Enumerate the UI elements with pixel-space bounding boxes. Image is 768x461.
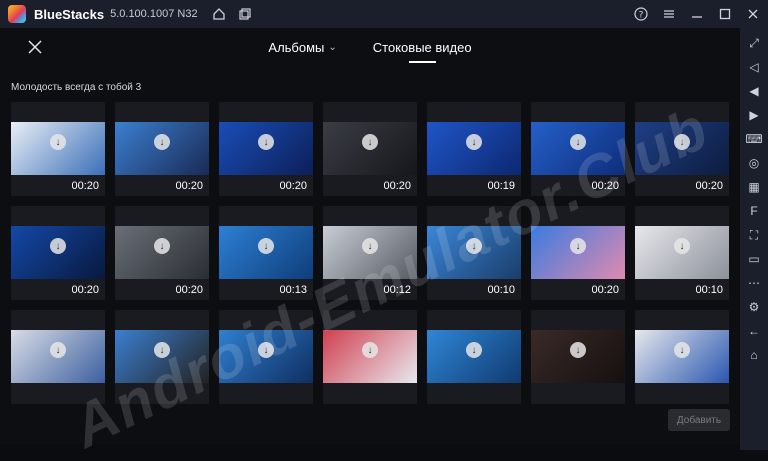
video-tile[interactable]: ↓ 00:20 xyxy=(11,102,105,196)
video-tile[interactable]: ↓ 00:10 xyxy=(427,206,521,300)
expand-icon[interactable]: ⤢ xyxy=(745,34,763,52)
video-duration: 00:20 xyxy=(591,180,619,192)
video-grid: ↓ 00:20 ↓ 00:20 ↓ 00:20 ↓ 00:20 ↓ 00:19 ↓ 00:20 ↓ 00:… xyxy=(11,102,731,404)
back-icon[interactable]: ← xyxy=(745,322,763,340)
video-duration: 00:20 xyxy=(591,284,619,296)
download-icon[interactable]: ↓ xyxy=(258,342,274,358)
download-icon[interactable]: ↓ xyxy=(154,342,170,358)
download-icon[interactable]: ↓ xyxy=(50,134,66,150)
section-title: Молодость всегда с тобой 3 xyxy=(11,82,142,93)
download-icon[interactable]: ↓ xyxy=(466,134,482,150)
download-icon[interactable]: ↓ xyxy=(466,342,482,358)
video-tile[interactable]: ↓ 00:20 xyxy=(531,102,625,196)
folder-icon[interactable]: ▭ xyxy=(745,250,763,268)
download-icon[interactable]: ↓ xyxy=(674,134,690,150)
video-tile[interactable]: ↓ 00:20 xyxy=(531,206,625,300)
video-tile[interactable]: ↓ 00:20 xyxy=(219,102,313,196)
video-tile[interactable]: ↓ xyxy=(427,310,521,404)
download-icon[interactable]: ↓ xyxy=(466,238,482,254)
volume-up-icon[interactable]: ◀ xyxy=(745,82,763,100)
video-duration: 00:20 xyxy=(71,180,99,192)
video-duration: 00:19 xyxy=(487,180,515,192)
app-version: 5.0.100.1007 N32 xyxy=(110,8,198,20)
add-button[interactable]: Добавить xyxy=(668,409,730,431)
multi-instance-icon[interactable] xyxy=(236,5,254,23)
right-sidebar: ⤢ ◁ ◀ ▶ ⌨ ◎ ▦ F ⛶ ▭ ⋯ ⚙ ← ⌂ xyxy=(740,28,768,450)
video-tile[interactable]: ↓ xyxy=(635,310,729,404)
download-icon[interactable]: ↓ xyxy=(258,238,274,254)
play-icon[interactable]: ◎ xyxy=(745,154,763,172)
video-tile[interactable]: ↓ 00:20 xyxy=(323,102,417,196)
home-icon[interactable] xyxy=(210,5,228,23)
download-icon[interactable]: ↓ xyxy=(570,342,586,358)
video-tile[interactable]: ↓ 00:19 xyxy=(427,102,521,196)
home-icon[interactable]: ⌂ xyxy=(745,346,763,364)
video-duration: 00:10 xyxy=(487,284,515,296)
chevron-down-icon: ⌄ xyxy=(328,42,337,53)
download-icon[interactable]: ↓ xyxy=(674,342,690,358)
fps-icon[interactable]: F xyxy=(745,202,763,220)
download-icon[interactable]: ↓ xyxy=(570,238,586,254)
download-icon[interactable]: ↓ xyxy=(570,134,586,150)
video-tile[interactable]: ↓ 00:20 xyxy=(115,206,209,300)
video-duration: 00:20 xyxy=(279,180,307,192)
video-duration: 00:12 xyxy=(383,284,411,296)
tab-albums-label: Альбомы xyxy=(268,40,325,55)
video-duration: 00:20 xyxy=(175,180,203,192)
video-duration: 00:20 xyxy=(383,180,411,192)
macro-icon[interactable]: ▦ xyxy=(745,178,763,196)
tab-stock-videos[interactable]: Стоковые видео xyxy=(372,40,472,63)
video-duration: 00:20 xyxy=(71,284,99,296)
screen-record-icon[interactable]: ▶ xyxy=(745,106,763,124)
keyboard-icon[interactable]: ⌨ xyxy=(745,130,763,148)
video-duration: 00:20 xyxy=(175,284,203,296)
close-icon[interactable] xyxy=(744,5,762,23)
download-icon[interactable]: ↓ xyxy=(154,134,170,150)
video-tile[interactable]: ↓ xyxy=(323,310,417,404)
title-bar: BlueStacks 5.0.100.1007 N32 ? xyxy=(0,0,768,28)
volume-down-icon[interactable]: ◁ xyxy=(745,58,763,76)
video-tile[interactable]: ↓ 00:20 xyxy=(11,206,105,300)
download-icon[interactable]: ↓ xyxy=(362,342,378,358)
video-tile[interactable]: ↓ xyxy=(219,310,313,404)
download-icon[interactable]: ↓ xyxy=(362,134,378,150)
maximize-icon[interactable] xyxy=(716,5,734,23)
video-tile[interactable]: ↓ xyxy=(115,310,209,404)
download-icon[interactable]: ↓ xyxy=(50,342,66,358)
download-icon[interactable]: ↓ xyxy=(154,238,170,254)
settings-icon[interactable]: ⚙ xyxy=(745,298,763,316)
media-picker: Альбомы ⌄ Стоковые видео Молодость всегд… xyxy=(0,28,740,460)
download-icon[interactable]: ↓ xyxy=(362,238,378,254)
video-duration: 00:13 xyxy=(279,284,307,296)
tab-stock-videos-label: Стоковые видео xyxy=(372,40,472,55)
video-duration: 00:10 xyxy=(695,284,723,296)
video-tile[interactable]: ↓ 00:20 xyxy=(635,102,729,196)
more-icon[interactable]: ⋯ xyxy=(745,274,763,292)
screenshot-icon[interactable]: ⛶ xyxy=(745,226,763,244)
video-tile[interactable]: ↓ xyxy=(11,310,105,404)
video-tile[interactable]: ↓ 00:20 xyxy=(115,102,209,196)
tab-albums[interactable]: Альбомы ⌄ xyxy=(268,40,336,55)
bluestacks-logo-icon xyxy=(8,5,26,23)
download-icon[interactable]: ↓ xyxy=(258,134,274,150)
download-icon[interactable]: ↓ xyxy=(674,238,690,254)
menu-icon[interactable] xyxy=(660,5,678,23)
video-tile[interactable]: ↓ 00:12 xyxy=(323,206,417,300)
video-tile[interactable]: ↓ 00:13 xyxy=(219,206,313,300)
app-name: BlueStacks xyxy=(34,6,105,22)
download-icon[interactable]: ↓ xyxy=(50,238,66,254)
tab-bar: Альбомы ⌄ Стоковые видео xyxy=(0,40,740,63)
svg-text:?: ? xyxy=(639,11,644,21)
video-tile[interactable]: ↓ 00:10 xyxy=(635,206,729,300)
video-duration: 00:20 xyxy=(695,180,723,192)
minimize-icon[interactable] xyxy=(688,5,706,23)
help-icon[interactable]: ? xyxy=(632,5,650,23)
video-tile[interactable]: ↓ xyxy=(531,310,625,404)
